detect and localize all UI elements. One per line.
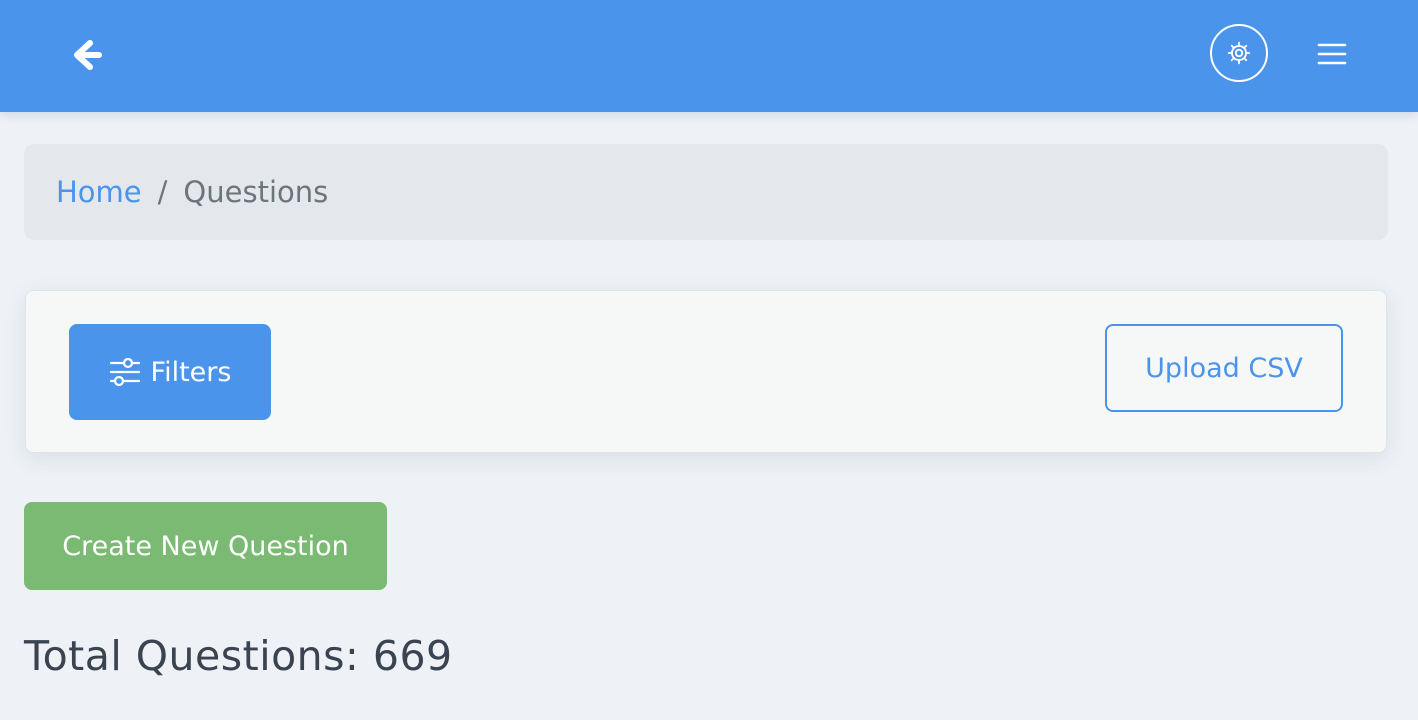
upload-csv-button[interactable]: Upload CSV <box>1105 324 1343 412</box>
back-button[interactable] <box>66 34 108 76</box>
hamburger-menu-icon <box>1317 43 1347 65</box>
arrow-left-icon <box>74 40 102 70</box>
create-new-question-button[interactable]: Create New Question <box>24 502 387 590</box>
breadcrumb-current-page: Questions <box>183 175 329 209</box>
breadcrumb: Home / Questions <box>24 144 1388 240</box>
filter-panel: Filters Upload CSV <box>25 290 1387 453</box>
filters-button-label: Filters <box>150 356 232 388</box>
filters-button[interactable]: Filters <box>69 324 271 420</box>
gear-icon <box>1227 41 1251 65</box>
total-questions-heading: Total Questions: 669 <box>24 632 453 680</box>
breadcrumb-home-link[interactable]: Home <box>56 175 142 209</box>
menu-button[interactable] <box>1310 34 1354 74</box>
settings-button[interactable] <box>1210 24 1268 82</box>
sliders-icon <box>109 358 140 386</box>
top-navbar <box>0 0 1418 112</box>
breadcrumb-separator: / <box>157 175 168 209</box>
